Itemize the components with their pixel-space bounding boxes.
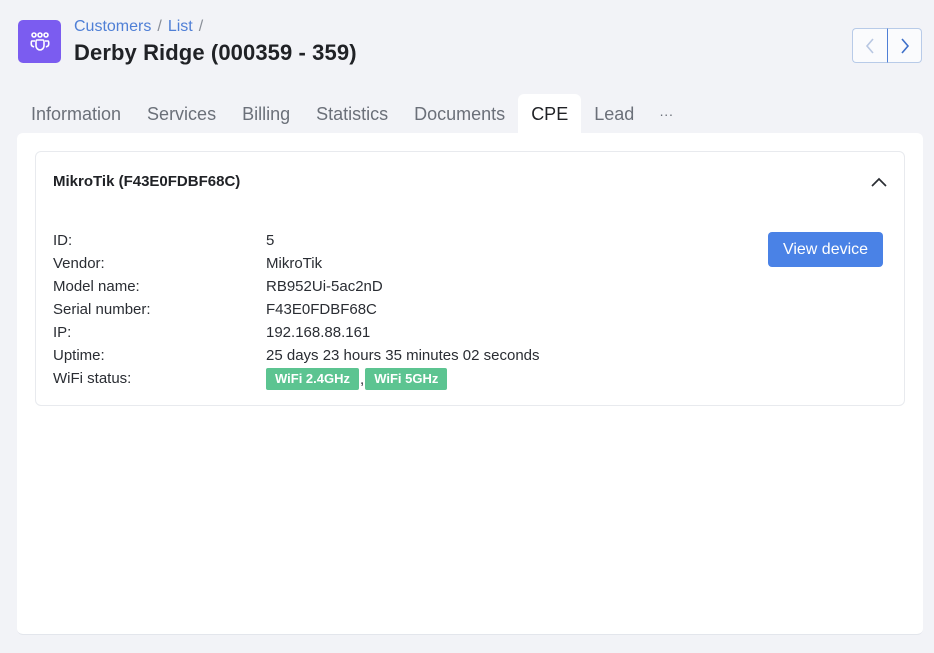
property-row-wifi-status: WiFi status: WiFi 2.4GHz , WiFi 5GHz <box>53 367 540 390</box>
property-label: Serial number: <box>53 301 151 318</box>
cpe-device-title: MikroTik (F43E0FDBF68C) <box>53 173 241 190</box>
badge-separator: , <box>360 371 365 388</box>
property-label: Model name: <box>53 278 140 295</box>
property-row-ip: IP: 192.168.88.161 <box>53 321 540 344</box>
chevron-right-icon <box>900 37 909 54</box>
next-record-button[interactable] <box>887 28 922 63</box>
tab-lead[interactable]: Lead <box>581 94 647 134</box>
wifi-status-badges: WiFi 2.4GHz , WiFi 5GHz <box>266 367 448 390</box>
property-row-vendor: Vendor: MikroTik <box>53 252 540 275</box>
tab-content-panel: MikroTik (F43E0FDBF68C) ID: 5 Vendor: Mi… <box>17 133 923 635</box>
property-value: 5 <box>266 232 275 249</box>
breadcrumb: Customers / List / <box>74 18 357 36</box>
cpe-properties: ID: 5 Vendor: MikroTik Model name: RB952… <box>53 229 540 390</box>
property-label: Vendor: <box>53 255 105 272</box>
tab-information[interactable]: Information <box>18 94 134 134</box>
wifi-5ghz-badge: WiFi 5GHz <box>365 367 448 390</box>
tab-more-menu[interactable]: ··· <box>647 94 685 134</box>
property-value: MikroTik <box>266 255 323 272</box>
page-title: Derby Ridge (000359 - 359) <box>74 40 357 65</box>
property-label: WiFi status: <box>53 370 132 387</box>
property-row-id: ID: 5 <box>53 229 540 252</box>
property-value: 192.168.88.161 <box>266 324 371 341</box>
breadcrumb-separator: / <box>198 18 204 35</box>
record-pager <box>852 28 922 63</box>
breadcrumb-separator: / <box>157 18 162 35</box>
view-device-button[interactable]: View device <box>768 232 883 267</box>
breadcrumb-customers[interactable]: Customers <box>74 18 151 36</box>
property-label: IP: <box>53 324 72 341</box>
tab-documents[interactable]: Documents <box>401 94 518 134</box>
cpe-device-card: MikroTik (F43E0FDBF68C) ID: 5 Vendor: Mi… <box>35 151 905 406</box>
property-row-model: Model name: RB952Ui-5ac2nD <box>53 275 540 298</box>
property-row-serial: Serial number: F43E0FDBF68C <box>53 298 540 321</box>
property-value: 25 days 23 hours 35 minutes 02 seconds <box>266 347 540 364</box>
tab-statistics[interactable]: Statistics <box>303 94 401 134</box>
tab-bar: Information Services Billing Statistics … <box>18 94 685 134</box>
previous-record-button[interactable] <box>852 28 887 63</box>
property-row-uptime: Uptime: 25 days 23 hours 35 minutes 02 s… <box>53 344 540 367</box>
property-value: RB952Ui-5ac2nD <box>266 278 383 295</box>
property-value: F43E0FDBF68C <box>266 301 377 318</box>
chevron-left-icon <box>865 37 874 54</box>
tab-billing[interactable]: Billing <box>229 94 303 134</box>
tab-cpe[interactable]: CPE <box>518 94 582 134</box>
customers-group-icon <box>18 20 61 63</box>
wifi-24ghz-badge: WiFi 2.4GHz <box>266 367 360 390</box>
breadcrumb-list[interactable]: List <box>168 18 193 36</box>
page-header: Customers / List / Derby Ridge (000359 -… <box>18 18 357 66</box>
chevron-up-icon <box>871 177 887 187</box>
property-label: ID: <box>53 232 73 249</box>
tab-services[interactable]: Services <box>134 94 229 134</box>
collapse-card-button[interactable] <box>868 171 890 193</box>
property-label: Uptime: <box>53 347 105 364</box>
